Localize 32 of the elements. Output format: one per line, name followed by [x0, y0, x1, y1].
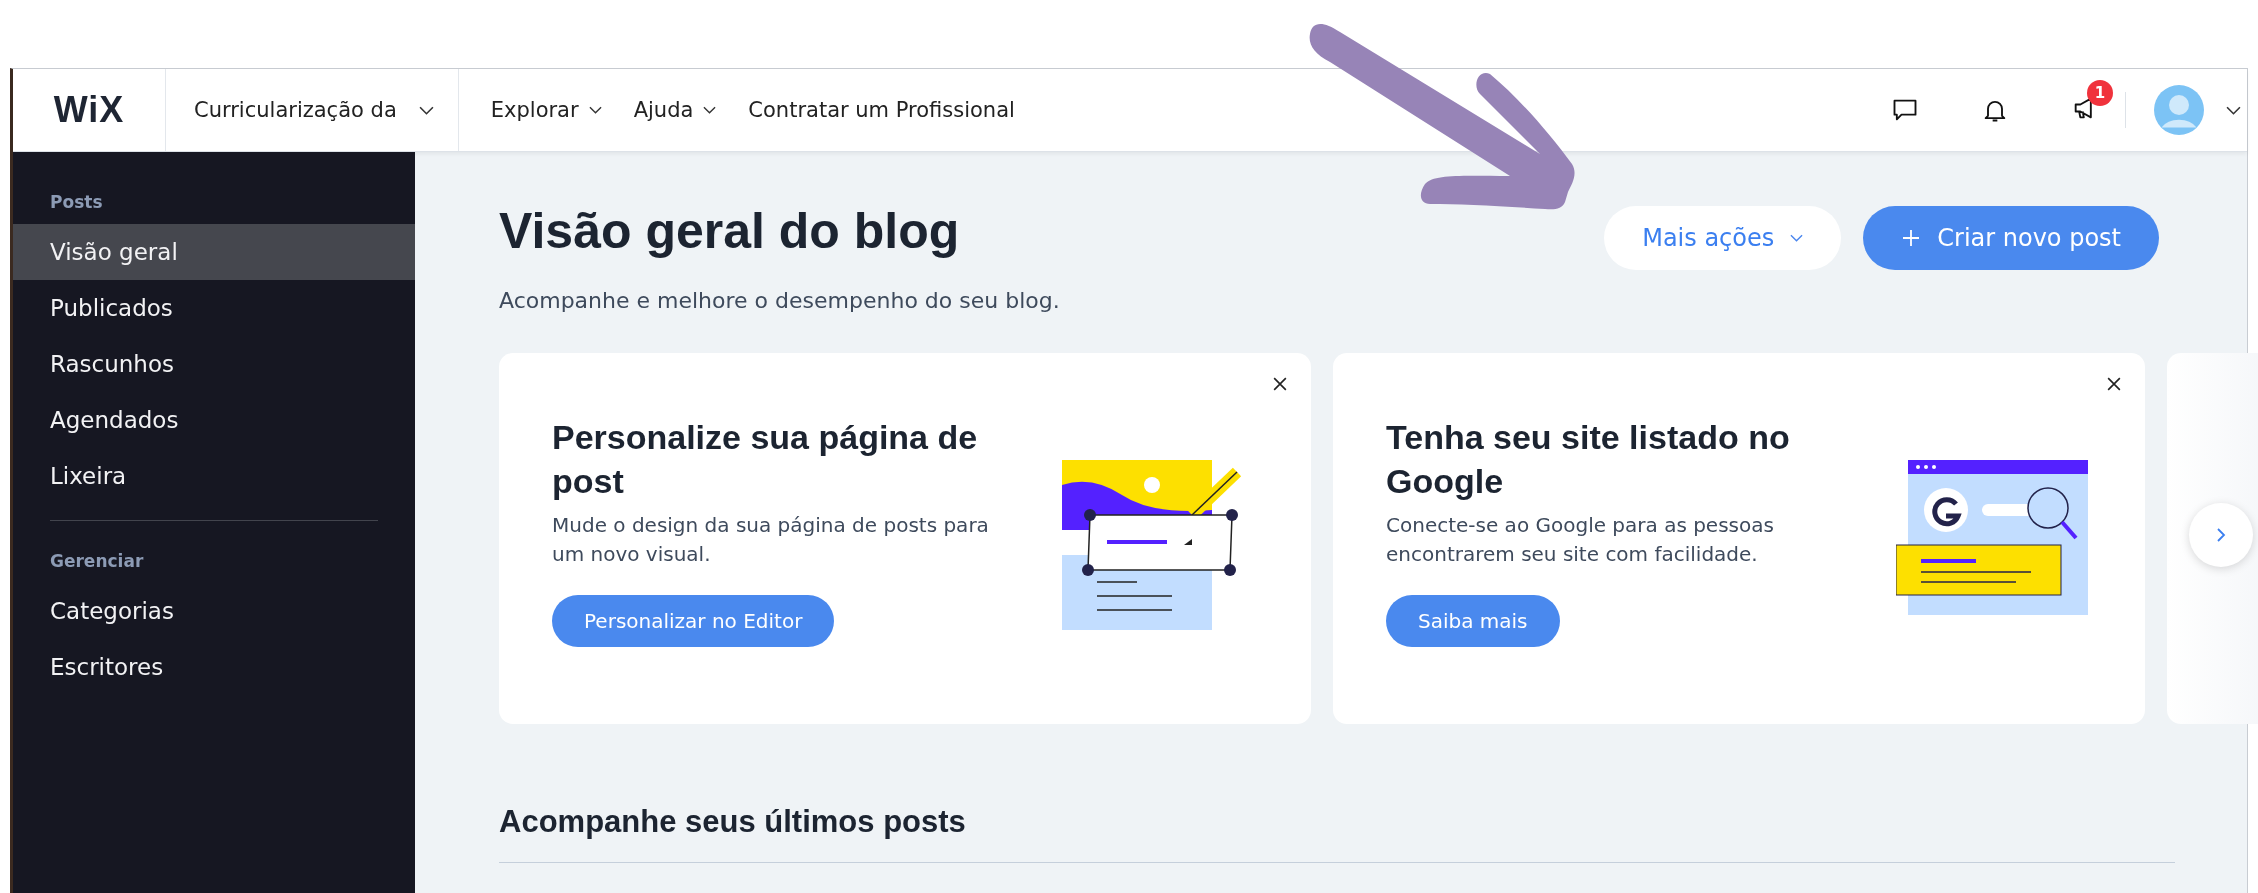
section-title: Acompanhe seus últimos posts [499, 804, 967, 840]
close-icon[interactable] [1273, 377, 1287, 391]
chevron-down-icon [1790, 234, 1804, 242]
menu-link[interactable]: Explorar [490, 98, 602, 122]
card-title: Tenha seu site listado no Google [1386, 417, 1791, 503]
chevron-down-icon [418, 105, 434, 115]
card-description: Conecte-se ao Google para as pessoas encontrarem seu site com facilidade. [1386, 512, 1775, 569]
chevron-right-icon [2216, 527, 2226, 543]
card-description: Mude o design da sua página de posts para um novo visual. [552, 512, 990, 569]
sidebar-item[interactable]: Categorias [13, 583, 415, 639]
site-selector[interactable]: Curricularização da [166, 69, 459, 151]
sidebar-item[interactable]: Agendados [13, 392, 415, 448]
plus-icon [1901, 228, 1922, 248]
menu-link[interactable]: Ajuda [633, 98, 717, 122]
sidebar-item[interactable]: Rascunhos [13, 336, 415, 392]
page-subtitle: Acompanhe e melhore o desempenho do seu blog. [499, 288, 1060, 313]
menu-link[interactable]: Contratar um Profissional [748, 98, 1015, 122]
more-actions-button[interactable]: Mais ações [1604, 206, 1842, 270]
page-title: Visão geral do blog [499, 202, 961, 260]
logo[interactable]: WiX [53, 89, 125, 131]
chevron-down-icon [703, 106, 717, 114]
sidebar-item[interactable]: Escritores [13, 639, 415, 695]
sidebar-heading: Posts [49, 192, 104, 214]
notification-badge: 1 [2087, 80, 2113, 106]
sidebar-item[interactable]: Publicados [13, 280, 415, 336]
chevron-down-icon[interactable] [2226, 105, 2241, 115]
sidebar-item[interactable]: Visão geral [13, 224, 415, 280]
card-title: Personalize sua página de post [552, 417, 979, 503]
chevron-down-icon [588, 106, 602, 114]
sidebar-heading: Gerenciar [49, 551, 145, 573]
close-icon[interactable] [2107, 377, 2121, 391]
sidebar-item[interactable]: Lixeira [13, 448, 415, 504]
